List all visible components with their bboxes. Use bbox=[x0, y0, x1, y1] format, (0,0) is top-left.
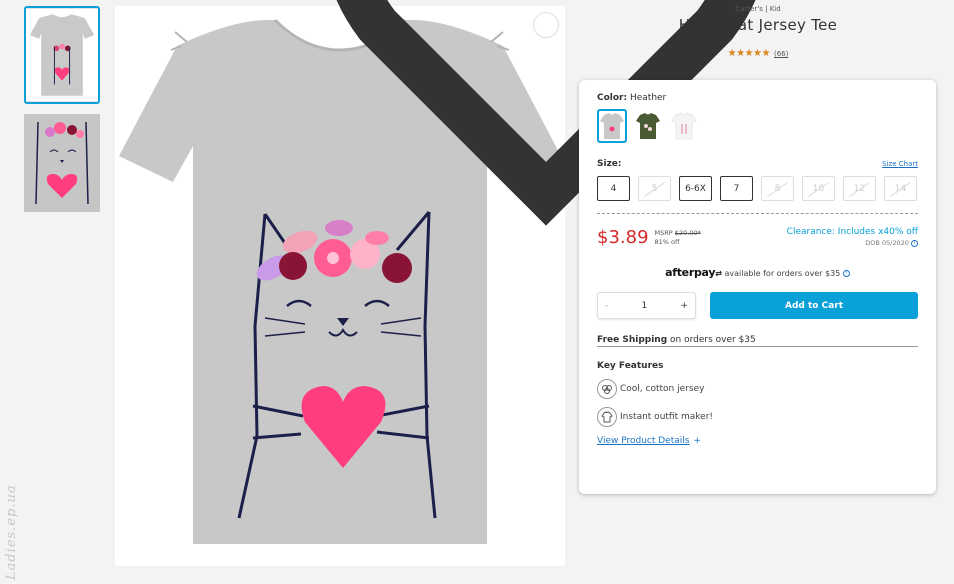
size-option-5: 5 bbox=[638, 176, 671, 201]
quantity-stepper: - 1 + bbox=[597, 292, 696, 319]
product-title: Heart Cat Jersey Tee bbox=[678, 16, 838, 34]
review-count-link[interactable]: (66) bbox=[774, 50, 788, 58]
size-options: 4 5 6-6X 7 8 10 12 14 bbox=[597, 176, 918, 201]
shipping-rest: on orders over $35 bbox=[670, 335, 756, 345]
size-label-key: Size: bbox=[597, 159, 622, 169]
size-option-10: 10 bbox=[802, 176, 835, 201]
qty-minus-button[interactable]: - bbox=[605, 301, 608, 311]
color-value: Heather bbox=[629, 93, 667, 103]
clearance-text: Clearance: Includes x40% off bbox=[786, 227, 918, 237]
clearance-block: Clearance: Includes x40% off DOB 05/2020… bbox=[787, 227, 918, 247]
feature-item: Cool, cotton jersey bbox=[597, 379, 918, 399]
thumbnail-list bbox=[24, 6, 102, 222]
msrp-value: $20.00* bbox=[674, 228, 701, 237]
add-to-cart-button[interactable]: Add to Cart bbox=[710, 292, 918, 319]
dob-text: DOB 05/2020 bbox=[865, 239, 909, 247]
feature-text: Instant outfit maker! bbox=[620, 412, 714, 422]
tee-thumbnail-image bbox=[26, 8, 98, 102]
thumbnail-detail[interactable] bbox=[24, 114, 100, 212]
color-label-key: Color: bbox=[597, 93, 628, 103]
shipping-info: Free Shipping on orders over $35 bbox=[597, 335, 918, 347]
dob-info: DOB 05/2020 i bbox=[787, 239, 918, 247]
qty-plus-button[interactable]: + bbox=[680, 301, 688, 311]
view-product-details-link[interactable]: View Product Details + bbox=[597, 436, 918, 446]
price-row: $3.89 MSRP $20.00* 81% off Clearance: In… bbox=[597, 227, 918, 248]
info-icon[interactable]: i bbox=[911, 239, 918, 247]
thumbnail-front[interactable] bbox=[24, 6, 100, 104]
favorite-button[interactable] bbox=[337, 0, 755, 226]
price-block: $3.89 MSRP $20.00* 81% off bbox=[597, 227, 701, 248]
msrp-block: MSRP $20.00* 81% off bbox=[655, 229, 701, 247]
size-option-14: 14 bbox=[884, 176, 917, 201]
color-swatches bbox=[597, 109, 918, 143]
size-chart-link[interactable]: Size Chart bbox=[882, 160, 918, 168]
afterpay-logo: afterpay bbox=[665, 266, 716, 279]
swatch-olive[interactable] bbox=[633, 109, 663, 143]
feature-item: Instant outfit maker! bbox=[597, 407, 918, 427]
cart-row: - 1 + Add to Cart bbox=[597, 292, 918, 319]
star-rating-icon: ★★★★★ bbox=[727, 48, 771, 59]
cotton-icon bbox=[597, 379, 617, 399]
details-link-text: View Product Details bbox=[597, 436, 690, 446]
size-option-8: 8 bbox=[761, 176, 794, 201]
afterpay-info-icon[interactable]: i bbox=[842, 270, 850, 277]
size-label: Size: bbox=[597, 159, 622, 169]
size-option-6-6x[interactable]: 6-6X bbox=[679, 176, 712, 201]
white-tee-swatch bbox=[671, 112, 697, 140]
size-option-4[interactable]: 4 bbox=[597, 176, 630, 201]
discount-percent: 81% off bbox=[654, 237, 680, 246]
swatch-heather[interactable] bbox=[597, 109, 627, 143]
main-product-image bbox=[115, 0, 755, 566]
afterpay-text: available for orders over $35 bbox=[724, 269, 841, 278]
afterpay-loop-icon: ⇄ bbox=[715, 269, 722, 278]
size-option-7[interactable]: 7 bbox=[720, 176, 753, 201]
shipping-bold: Free Shipping bbox=[597, 335, 668, 345]
color-label: Color: Heather bbox=[597, 93, 918, 103]
watermark: Ladies.ep.ua bbox=[4, 460, 28, 580]
plus-icon: + bbox=[693, 436, 701, 446]
key-features-title: Key Features bbox=[597, 361, 664, 371]
sale-price: $3.89 bbox=[597, 227, 649, 248]
heather-tee-swatch bbox=[600, 113, 624, 139]
swatch-white[interactable] bbox=[669, 109, 699, 143]
size-header: Size: Size Chart bbox=[597, 159, 918, 169]
purchase-panel: Color: Heather Size: Size Chart 4 5 6-6X… bbox=[579, 80, 936, 494]
divider bbox=[597, 213, 918, 214]
brand-label: Carter's | Kid bbox=[735, 5, 781, 13]
qty-value[interactable]: 1 bbox=[641, 301, 647, 311]
afterpay-row: afterpay⇄ available for orders over $35 … bbox=[597, 266, 918, 279]
olive-tee-swatch bbox=[636, 113, 660, 139]
size-option-12: 12 bbox=[843, 176, 876, 201]
cat-detail-thumbnail-image bbox=[24, 114, 100, 212]
rating[interactable]: ★★★★★ (66) bbox=[580, 48, 936, 59]
watermark-text: Ladies.ep.ua bbox=[4, 484, 19, 580]
outfit-icon bbox=[597, 407, 617, 427]
feature-text: Cool, cotton jersey bbox=[620, 384, 705, 394]
msrp-label: MSRP bbox=[654, 228, 673, 237]
product-header: Carter's | Kid Heart Cat Jersey Tee ★★★★… bbox=[580, 5, 936, 59]
